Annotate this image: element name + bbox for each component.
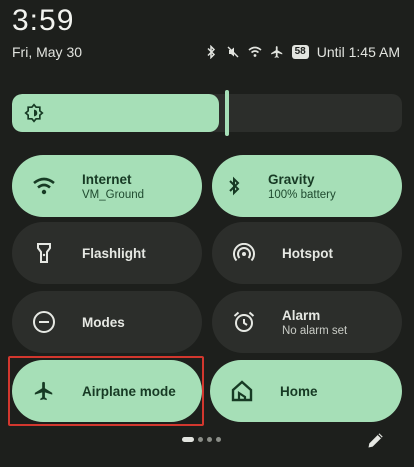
bluetooth-status-icon — [204, 45, 218, 59]
bluetooth-icon — [216, 168, 252, 204]
alarm-label: Alarm — [282, 307, 321, 323]
status-bar: 58 Until 1:45 AM — [204, 44, 400, 60]
page-dot — [207, 437, 212, 442]
flashlight-icon — [22, 231, 66, 275]
gravity-label: Gravity — [268, 171, 315, 187]
tile-internet[interactable]: Internet VM_Ground — [12, 155, 202, 217]
flashlight-label: Flashlight — [82, 245, 146, 261]
tile-gravity[interactable]: Gravity 100% battery — [212, 155, 402, 217]
edit-icon[interactable] — [366, 430, 390, 454]
mute-status-icon — [226, 45, 240, 59]
airplane-mode-label: Airplane mode — [82, 383, 176, 399]
alarm-icon — [222, 300, 266, 344]
battery-badge: 58 — [291, 45, 309, 59]
page-dot — [198, 437, 203, 442]
wifi-status-icon — [248, 45, 262, 59]
home-label: Home — [280, 383, 318, 399]
page-indicator — [182, 437, 221, 442]
modes-label: Modes — [82, 314, 125, 330]
alarm-until-text: Until 1:45 AM — [316, 44, 400, 60]
page-dot — [216, 437, 221, 442]
tile-alarm[interactable]: Alarm No alarm set — [212, 291, 402, 353]
brightness-icon — [24, 103, 44, 123]
clock-time: 3:59 — [12, 4, 75, 37]
tile-home[interactable]: Home — [210, 360, 402, 422]
wifi-icon — [22, 164, 66, 208]
brightness-thumb[interactable] — [225, 90, 229, 136]
page-dot-active — [182, 437, 194, 442]
tile-modes[interactable]: Modes — [12, 291, 202, 353]
tile-hotspot[interactable]: Hotspot — [212, 222, 402, 284]
tile-airplane-mode[interactable]: Airplane mode — [12, 360, 202, 422]
airplane-status-icon — [270, 45, 284, 59]
airplane-icon — [22, 369, 66, 413]
brightness-slider[interactable] — [12, 94, 402, 132]
gravity-sub: 100% battery — [268, 188, 336, 201]
alarm-sub: No alarm set — [282, 324, 348, 337]
internet-label: Internet — [82, 171, 132, 187]
hotspot-label: Hotspot — [282, 245, 333, 261]
clock-date: Fri, May 30 — [12, 44, 83, 60]
internet-sub: VM_Ground — [82, 188, 145, 201]
home-icon — [220, 369, 264, 413]
hotspot-icon — [222, 231, 266, 275]
tile-flashlight[interactable]: Flashlight — [12, 222, 202, 284]
modes-icon — [22, 300, 66, 344]
